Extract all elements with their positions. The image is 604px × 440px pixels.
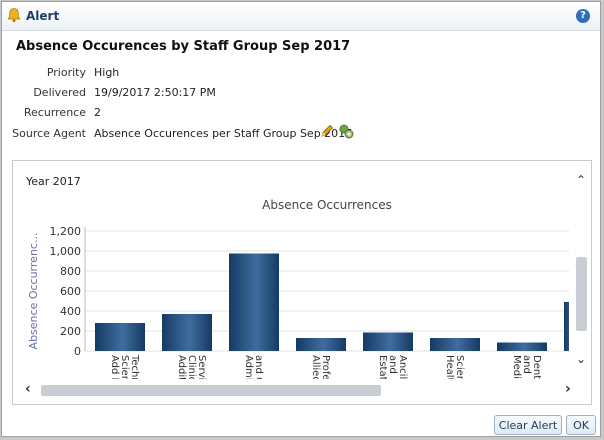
- dialog-titlebar: Alert ?: [2, 2, 600, 31]
- agent-icon[interactable]: [338, 123, 354, 139]
- bell-icon: [7, 8, 21, 23]
- x-tick-label: Additi: [176, 355, 187, 379]
- x-tick-label: Allied: [310, 355, 321, 379]
- vertical-scrollbar[interactable]: ⌃ ⌄: [573, 169, 589, 367]
- priority-label: Priority: [46, 66, 86, 79]
- help-icon[interactable]: ?: [576, 9, 590, 23]
- bar-partial: [564, 302, 569, 351]
- clear-alert-button[interactable]: Clear Alert: [494, 415, 562, 435]
- chart-panel: Year 2017 Absence Occurrences 0 200 400 600 8…: [12, 160, 592, 405]
- x-tick-label: Health: [444, 355, 455, 379]
- horizontal-scroll-thumb[interactable]: [41, 385, 381, 396]
- x-tick-label: Profes: [320, 355, 331, 379]
- x-tick-label: Servic: [196, 355, 207, 379]
- y-axis-label: Absence Occurrenc...: [27, 233, 40, 350]
- source-agent-value: Absence Occurences per Staff Group Sep 2…: [94, 127, 353, 140]
- recurrence-value: 2: [94, 106, 101, 119]
- recurrence-label: Recurrence: [23, 106, 86, 119]
- bar: [363, 332, 413, 351]
- bar: [296, 338, 346, 351]
- dialog-title: Alert: [26, 9, 60, 23]
- alert-dialog: Alert ? Absence Occurences by Staff Grou…: [1, 1, 601, 437]
- x-tick-label: and: [387, 355, 398, 374]
- bar: [95, 323, 145, 351]
- alert-heading: Absence Occurences by Staff Group Sep 20…: [16, 39, 351, 54]
- chart-title: Absence Occurrences: [262, 198, 392, 212]
- scroll-up-icon[interactable]: ⌃: [576, 173, 586, 187]
- absence-chart: Absence Occurrences 0 200 400 600 800 1,000 1,2…: [27, 198, 569, 379]
- x-tick-label: and Cl: [253, 355, 264, 379]
- y-tick-label: 600: [60, 285, 81, 298]
- y-tick-label: 0: [74, 345, 81, 358]
- scroll-right-icon[interactable]: ›: [565, 381, 571, 397]
- delivered-value: 19/9/2017 2:50:17 PM: [94, 86, 216, 99]
- bar: [430, 338, 480, 351]
- scroll-down-icon[interactable]: ⌄: [576, 352, 586, 366]
- bar: [497, 342, 547, 351]
- bar: [162, 314, 212, 351]
- x-tick-label: Medica: [511, 355, 522, 379]
- x-tick-label: Scient: [454, 355, 465, 379]
- vertical-scroll-thumb[interactable]: [576, 257, 587, 331]
- priority-value: High: [94, 66, 120, 79]
- ok-button[interactable]: OK: [566, 415, 596, 435]
- horizontal-scrollbar[interactable]: ‹ ›: [21, 381, 577, 397]
- x-tick-label: Scient: [119, 355, 130, 379]
- delivered-label: Delivered: [33, 86, 86, 99]
- y-tick-label: 200: [60, 325, 81, 338]
- pencil-icon[interactable]: [320, 124, 334, 138]
- x-tick-label: Techn: [129, 354, 140, 379]
- x-tick-label: and: [521, 355, 532, 374]
- bar: [229, 253, 279, 351]
- x-tick-label: Ancilla: [397, 355, 408, 379]
- x-tick-label: Dental: [531, 355, 542, 379]
- x-tick-label: Clinic: [186, 355, 197, 379]
- scroll-left-icon[interactable]: ‹: [25, 381, 31, 397]
- year-label: Year 2017: [26, 175, 81, 188]
- y-tick-label: 1,200: [50, 225, 82, 238]
- y-tick-label: 800: [60, 265, 81, 278]
- source-agent-label: Source Agent: [12, 127, 86, 140]
- x-tick-label: Estate: [377, 355, 388, 379]
- x-tick-label: Add Pr: [109, 355, 120, 379]
- x-tick-label: Admin: [243, 355, 254, 379]
- y-tick-label: 400: [60, 305, 81, 318]
- y-tick-label: 1,000: [50, 245, 82, 258]
